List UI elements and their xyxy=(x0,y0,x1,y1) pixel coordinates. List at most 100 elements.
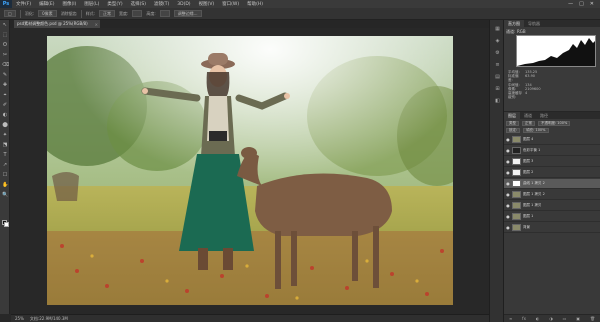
layer-name[interactable]: 曲线 1 拷贝 2 xyxy=(523,181,545,186)
history-brush-icon[interactable]: ✐ xyxy=(2,103,8,108)
styles-panel-icon[interactable]: ◧ xyxy=(494,98,501,104)
layer-row[interactable]: ● 背景 xyxy=(504,223,600,233)
tab-paths[interactable]: 路径 xyxy=(536,112,552,119)
layer-row[interactable]: ● 图层 1 拷贝 2 xyxy=(504,190,600,200)
brush-tool-icon[interactable]: ✎ xyxy=(2,73,8,78)
menu-file[interactable]: 文件(F) xyxy=(12,1,35,7)
background-color-swatch[interactable] xyxy=(4,222,9,227)
layer-name[interactable]: 图层 1 xyxy=(523,214,533,219)
photo-illustration xyxy=(47,36,453,305)
layer-row[interactable]: ● 色彩平衡 1 xyxy=(504,146,600,156)
zoom-level[interactable]: 25% xyxy=(15,316,24,321)
history-panel-icon[interactable]: ▦ xyxy=(494,26,501,32)
character-panel-icon[interactable]: ▤ xyxy=(494,74,501,80)
menu-type[interactable]: 类型(Y) xyxy=(103,1,126,7)
shape-tool-icon[interactable]: ☐ xyxy=(2,173,8,178)
tab-channels[interactable]: 通道 xyxy=(520,112,536,119)
menu-3d[interactable]: 3D(D) xyxy=(173,2,194,7)
menu-edit[interactable]: 编辑(E) xyxy=(35,1,58,7)
fill-field[interactable]: 填充: 100% xyxy=(523,128,549,133)
visibility-eye-icon[interactable]: ● xyxy=(504,203,512,208)
close-tab-icon[interactable]: × xyxy=(95,22,100,27)
width-input[interactable] xyxy=(132,10,143,17)
visibility-eye-icon[interactable]: ● xyxy=(504,159,512,164)
paragraph-panel-icon[interactable]: ≡ xyxy=(494,62,501,68)
tab-navigator[interactable]: 导航器 xyxy=(524,20,544,27)
layer-row[interactable]: ● 曲线 1 拷贝 2 xyxy=(504,179,600,189)
layer-thumbnail xyxy=(512,180,521,187)
height-input[interactable] xyxy=(159,10,170,17)
minimize-button[interactable]: — xyxy=(568,1,573,7)
hand-tool-icon[interactable]: ✋ xyxy=(2,183,8,188)
new-group-icon[interactable]: ▭ xyxy=(563,316,567,321)
layer-kind-filter[interactable]: 类型 xyxy=(506,121,519,126)
layer-name[interactable]: 背景 xyxy=(523,225,530,230)
visibility-eye-icon[interactable]: ● xyxy=(504,225,512,230)
tab-layers[interactable]: 图层 xyxy=(504,112,520,119)
healing-tool-icon[interactable]: ✚ xyxy=(2,83,8,88)
style-select[interactable]: 正常 xyxy=(99,10,116,17)
layer-row[interactable]: ● 图层 4 xyxy=(504,135,600,145)
blend-mode-select[interactable]: 正常 xyxy=(522,121,535,126)
lasso-tool-icon[interactable]: ʘ xyxy=(2,43,8,48)
document-image[interactable] xyxy=(47,36,453,305)
layer-name[interactable]: 图层 4 xyxy=(523,137,533,142)
gradient-tool-icon[interactable]: ◐ xyxy=(2,113,8,118)
pen-tool-icon[interactable]: ⬔ xyxy=(2,143,8,148)
link-layers-icon[interactable]: ∞ xyxy=(509,316,512,321)
canvas-area[interactable] xyxy=(11,28,489,314)
feather-input[interactable]: 0像素 xyxy=(38,10,57,17)
eraser-tool-icon[interactable]: ⌫ xyxy=(2,63,9,68)
path-select-icon[interactable]: ↗ xyxy=(2,163,8,168)
blur-tool-icon[interactable]: ⬤ xyxy=(2,123,8,128)
layer-name[interactable]: 图层 3 xyxy=(523,159,533,164)
layer-row[interactable]: ● 图层 2 xyxy=(504,168,600,178)
type-tool-icon[interactable]: T xyxy=(2,153,8,158)
crop-tool-icon[interactable]: ✂ xyxy=(2,53,8,58)
menu-window[interactable]: 窗口(W) xyxy=(218,1,243,7)
visibility-eye-icon[interactable]: ● xyxy=(504,148,512,153)
visibility-eye-icon[interactable]: ● xyxy=(504,170,512,175)
layer-row[interactable]: ● 图层 1 拷贝 xyxy=(504,201,600,211)
visibility-eye-icon[interactable]: ● xyxy=(504,137,512,142)
channel-select[interactable]: RGB xyxy=(517,29,526,34)
layer-name[interactable]: 图层 1 拷贝 xyxy=(523,203,541,208)
properties-panel-icon[interactable]: ◈ xyxy=(494,38,501,44)
window-controls: — □ ✕ xyxy=(568,1,600,7)
clone-stamp-tool-icon[interactable]: ⌖ xyxy=(2,93,8,98)
document-tab[interactable]: psd素材调整颜色.psd @ 25%(RGB/8) × xyxy=(14,20,100,28)
menu-filter[interactable]: 滤镜(T) xyxy=(150,1,173,7)
menu-layer[interactable]: 图层(L) xyxy=(80,1,103,7)
close-button[interactable]: ✕ xyxy=(590,1,594,7)
refine-edge-button[interactable]: 调整边缘... xyxy=(173,10,202,17)
maximize-button[interactable]: □ xyxy=(579,1,584,7)
anti-alias-checkbox[interactable]: 消除锯齿 xyxy=(61,11,77,17)
swatches-panel-icon[interactable]: ⊞ xyxy=(494,86,501,92)
marquee-tool-icon[interactable]: ⬚ xyxy=(2,33,8,38)
visibility-eye-icon[interactable]: ● xyxy=(504,181,512,186)
layer-name[interactable]: 色彩平衡 1 xyxy=(523,148,540,153)
adjustments-panel-icon[interactable]: ⚙ xyxy=(494,50,501,56)
height-label: 高度: xyxy=(146,10,156,16)
visibility-eye-icon[interactable]: ● xyxy=(504,214,512,219)
visibility-eye-icon[interactable]: ● xyxy=(504,192,512,197)
layer-name[interactable]: 图层 1 拷贝 2 xyxy=(523,192,545,197)
dodge-tool-icon[interactable]: ✦ xyxy=(2,133,8,138)
menu-select[interactable]: 选择(S) xyxy=(127,1,150,7)
add-mask-icon[interactable]: ◐ xyxy=(536,316,540,321)
menu-help[interactable]: 帮助(H) xyxy=(243,1,267,7)
opacity-field[interactable]: 不透明度: 100% xyxy=(538,121,571,126)
layer-row[interactable]: ● 图层 3 xyxy=(504,157,600,167)
menu-view[interactable]: 视图(V) xyxy=(195,1,219,7)
layer-row[interactable]: ● 图层 1 xyxy=(504,212,600,222)
selection-mode-button[interactable]: □ xyxy=(4,10,16,17)
layer-name[interactable]: 图层 2 xyxy=(523,170,533,175)
tab-histogram[interactable]: 直方图 xyxy=(504,20,524,27)
zoom-tool-icon[interactable]: 🔍 xyxy=(2,193,8,198)
move-tool-icon[interactable]: ↖ xyxy=(2,23,8,28)
adjustment-layer-icon[interactable]: ◑ xyxy=(549,316,553,321)
new-layer-icon[interactable]: ▣ xyxy=(576,316,580,321)
delete-layer-icon[interactable]: 🗑 xyxy=(590,316,595,321)
layer-style-icon[interactable]: fx xyxy=(522,316,526,321)
menu-image[interactable]: 图像(I) xyxy=(58,1,80,7)
